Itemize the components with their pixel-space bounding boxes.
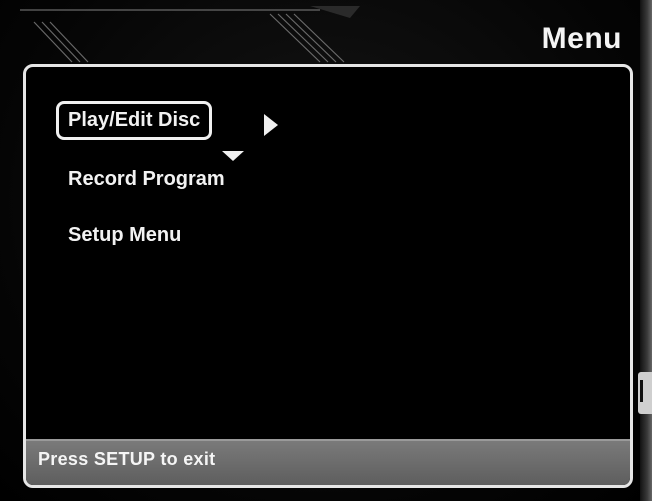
status-text: Press SETUP to exit	[38, 449, 216, 469]
menu-item-label: Record Program	[68, 168, 225, 190]
menu-item-label: Play/Edit Disc	[68, 109, 201, 131]
bezel-tab	[638, 372, 652, 414]
arrow-right-icon	[264, 114, 278, 136]
header-stripe-decoration	[20, 6, 360, 63]
menu-panel: Play/Edit Disc Record Program Setup Menu…	[23, 64, 633, 488]
menu-header: Menu	[20, 6, 632, 64]
status-bar: Press SETUP to exit	[26, 439, 630, 485]
menu-item-record-program[interactable]: Record Program	[58, 162, 235, 197]
menu-item-setup-menu[interactable]: Setup Menu	[58, 218, 191, 253]
menu-item-play-edit-disc[interactable]: Play/Edit Disc	[56, 101, 213, 140]
arrow-down-icon	[222, 151, 244, 161]
menu-item-label: Setup Menu	[68, 224, 182, 246]
page-title: Menu	[541, 22, 622, 55]
tv-bezel	[640, 0, 652, 501]
tv-screen: Menu Play/Edit Disc Record Program Setup…	[0, 0, 652, 501]
